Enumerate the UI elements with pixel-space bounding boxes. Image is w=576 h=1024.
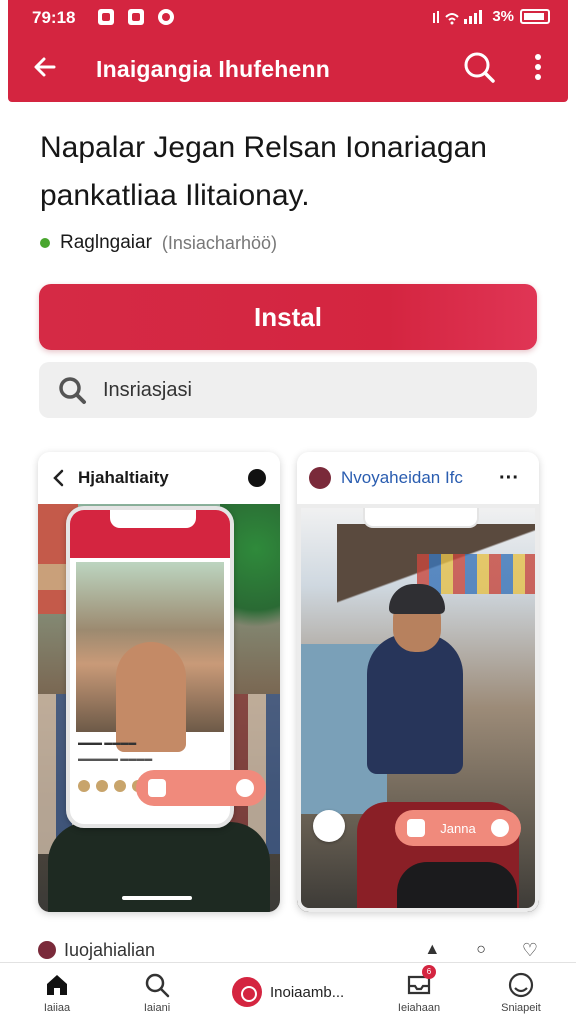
heart-icon[interactable]: ♡ (522, 940, 538, 961)
notification-icon (158, 9, 174, 25)
nav-label: Inoiaamb... (270, 983, 345, 1001)
profile-icon (508, 972, 534, 998)
notification-icon (98, 9, 114, 25)
close-icon[interactable] (490, 819, 509, 837)
close-icon[interactable] (236, 779, 254, 797)
chat-icon (407, 819, 425, 837)
pill-label: Janna (440, 820, 476, 836)
screenshot-card[interactable]: Nvoyaheidan Ifc ··· Janna (297, 452, 539, 912)
notification-icon (128, 9, 144, 25)
battery-percent: 3% (492, 8, 514, 25)
partial-label: Iuojahialian (64, 939, 156, 960)
chat-icon (148, 779, 166, 797)
app-bar-title: Inaigangia Ihufehenn (96, 56, 331, 82)
status-right: 3% (432, 8, 550, 25)
signal-wifi-icon (433, 9, 483, 24)
search-input[interactable]: Insriasjasi (39, 362, 537, 418)
card-header: Hjahaltiaity (38, 452, 280, 504)
badge-icon (313, 810, 345, 842)
more-vert-icon[interactable] (528, 52, 548, 82)
home-icon (47, 975, 67, 995)
search-placeholder: Insriasjasi (103, 378, 192, 401)
card-image: Janna (297, 504, 539, 912)
nav-label: Iaiiaa (43, 1002, 71, 1014)
app-bar: Inaigangia Ihufehenn (8, 40, 568, 96)
share-icon[interactable]: ▲ (424, 941, 440, 959)
search-icon[interactable]: ○ (476, 941, 486, 959)
mockup-caption-secondary: ▬▬▬▬▬ ▬▬▬▬ (78, 754, 153, 763)
nav-item-search[interactable]: Iaiani (112, 971, 202, 1014)
bottom-nav: Iaiiaa Iaiani Inoiaamb... 6 Ieiahaan Sni… (0, 962, 576, 1024)
nav-item-profile[interactable]: Sniapeit (476, 971, 566, 1014)
search-icon (145, 973, 170, 998)
nav-item-home[interactable]: Iaiiaa (12, 971, 102, 1014)
avatar (38, 941, 56, 959)
notification-badge: 6 (422, 965, 436, 979)
nav-label: Iaiani (143, 1002, 171, 1014)
reaction-pill[interactable]: Janna (395, 810, 521, 846)
install-button[interactable]: Instal (39, 284, 537, 350)
rating-detail: (Insiacharhöö) (161, 232, 277, 253)
card-title: Hjahaltiaity (78, 468, 169, 487)
status-bar: 79:18 3% (8, 0, 568, 34)
mockup-caption: ▬▬▬ ▬▬▬▬ (78, 738, 137, 747)
search-icon[interactable] (462, 50, 496, 84)
app-header: 79:18 3% Inaigangia Ihufehenn (8, 0, 568, 102)
card-header: Nvoyaheidan Ifc ··· (297, 452, 539, 504)
add-icon (232, 977, 262, 1007)
screenshot-card[interactable]: Hjahaltiaity ▬▬▬ ▬▬▬▬ ▬▬▬▬▬ ▬▬▬▬ (38, 452, 280, 912)
search-icon (59, 377, 86, 404)
card-image: ▬▬▬ ▬▬▬▬ ▬▬▬▬▬ ▬▬▬▬ (38, 504, 280, 912)
status-time: 79:18 (32, 8, 76, 27)
nav-item-inbox[interactable]: 6 Ieiahaan (374, 965, 464, 1014)
home-indicator (122, 896, 192, 900)
partial-list-item: Iuojahialian ▲ ○ ♡ (38, 938, 538, 962)
tiktok-icon (248, 469, 266, 487)
card-title: Nvoyaheidan Ifc (341, 468, 463, 487)
nav-label: Ieiahaan (397, 1002, 441, 1014)
battery-icon (520, 9, 550, 24)
nav-item-add[interactable]: Inoiaamb... (228, 971, 356, 1013)
rating-label: Raglngaiar (60, 232, 152, 253)
nav-label: Sniapeit (501, 1002, 541, 1014)
rating-row: Raglngaiar (Insiacharhöö) (40, 232, 277, 254)
back-arrow-icon[interactable] (30, 52, 60, 82)
rating-dot-icon (40, 238, 50, 248)
more-horiz-icon[interactable]: ··· (499, 467, 519, 490)
reaction-pill[interactable] (136, 770, 266, 806)
page-title: Napalar Jegan Relsan Ionariagan pankatli… (40, 131, 487, 212)
back-arrow-icon[interactable] (48, 467, 70, 489)
avatar (309, 467, 331, 489)
